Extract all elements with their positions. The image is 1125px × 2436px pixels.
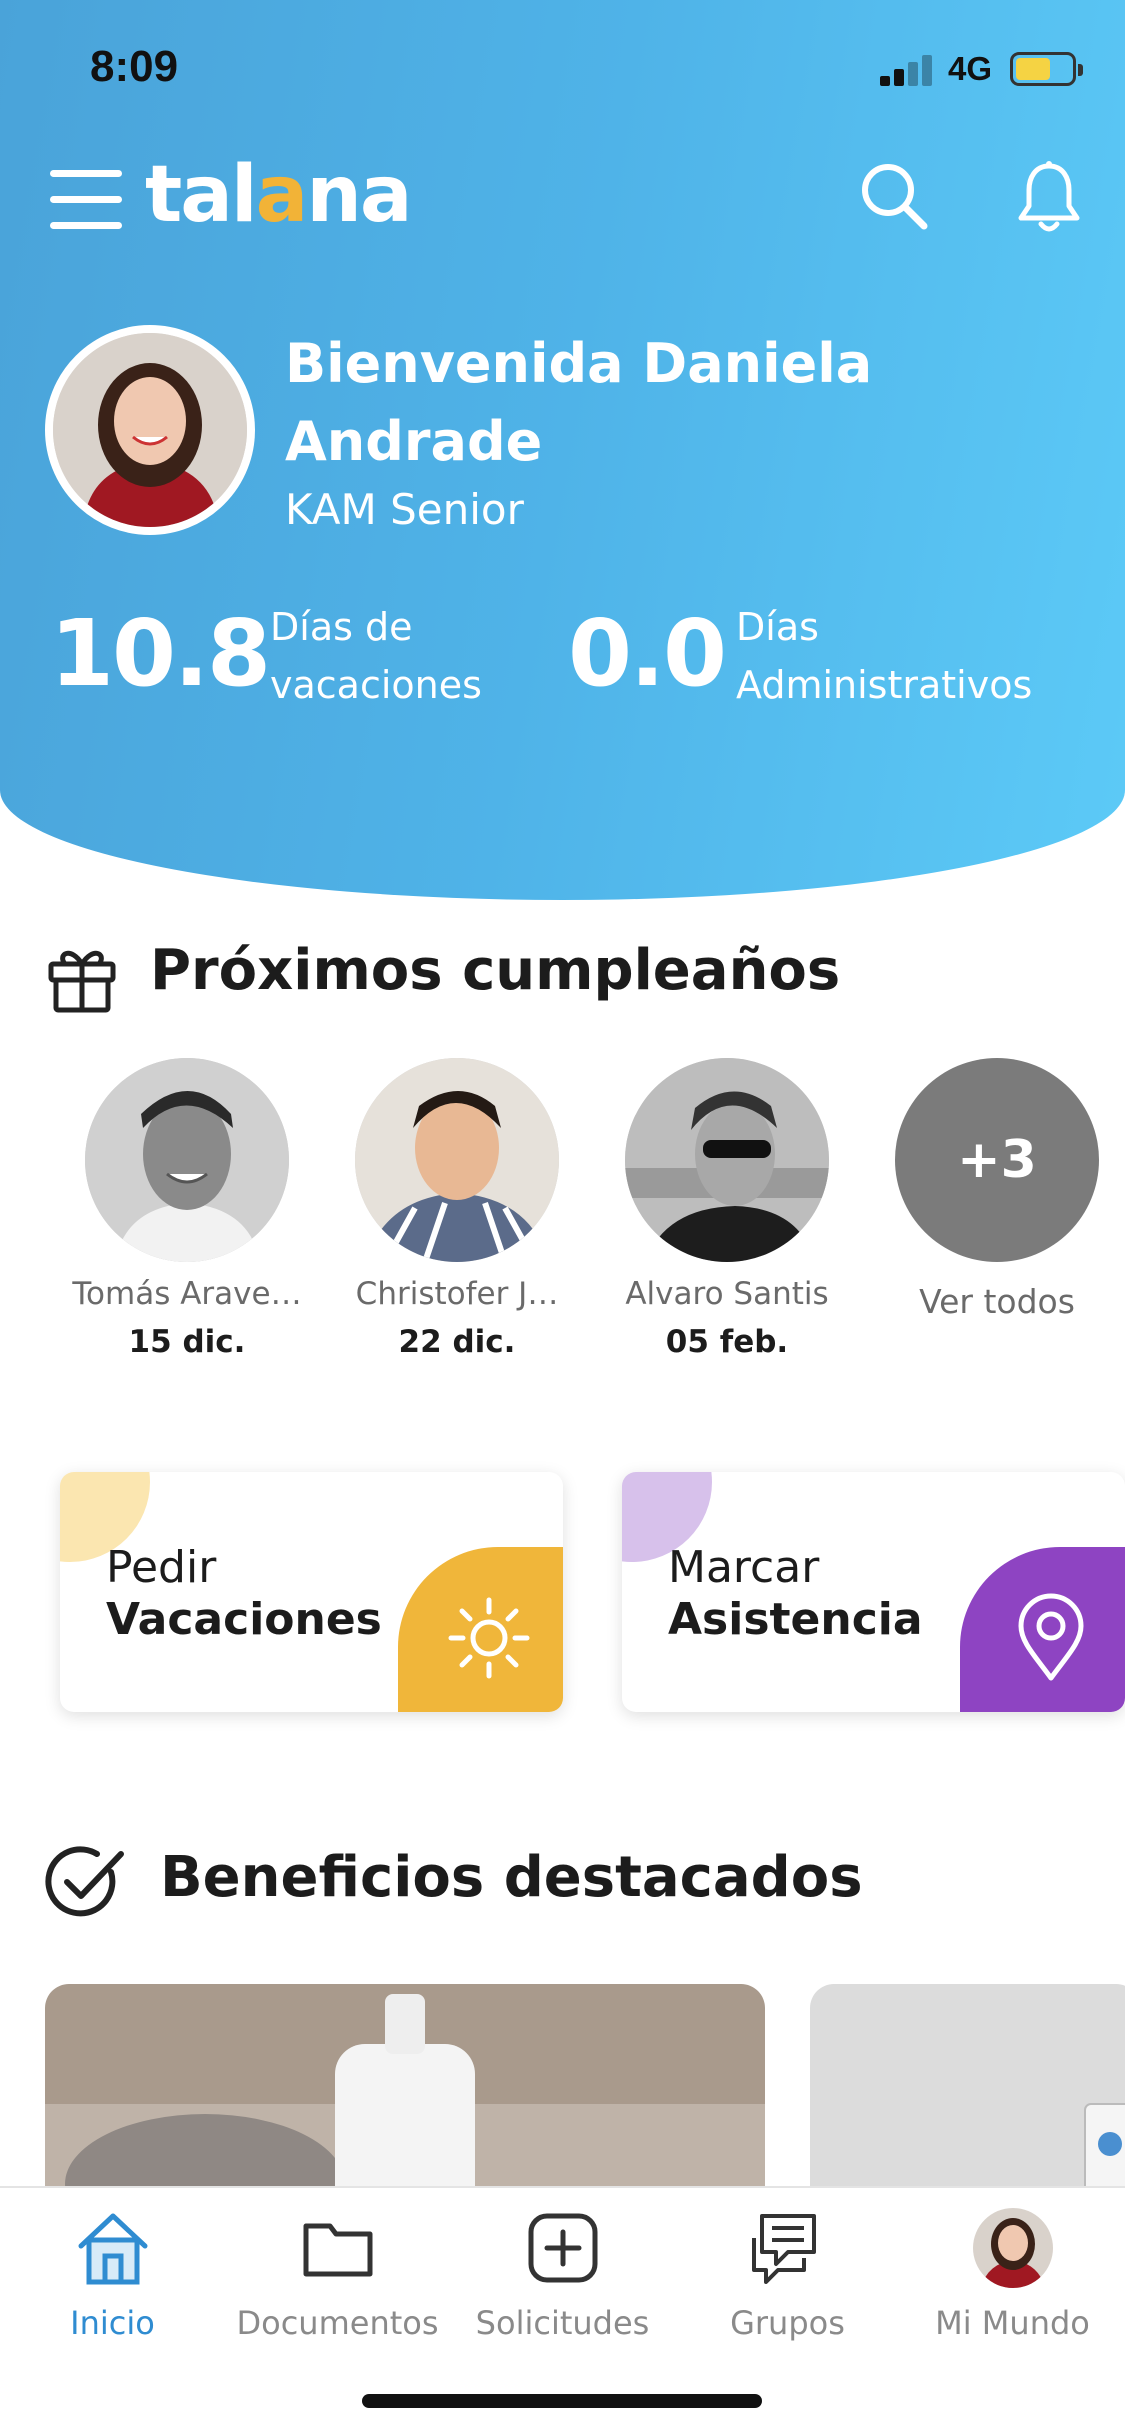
- tab-solicitudes[interactable]: Solicitudes: [450, 2208, 675, 2342]
- vacation-days-label: Días de vacaciones: [270, 605, 482, 707]
- birthday-name: Alvaro Santis: [625, 1276, 829, 1312]
- avatar[interactable]: [355, 1058, 559, 1262]
- birthday-name: Tomás Arave…: [72, 1276, 302, 1312]
- sun-icon: [448, 1597, 530, 1679]
- profile-avatar[interactable]: [45, 325, 255, 535]
- more-birthdays-count[interactable]: +3: [895, 1058, 1099, 1262]
- birthday-date: 22 dic.: [398, 1324, 516, 1360]
- folder-icon: [303, 2223, 372, 2277]
- welcome-message: Bienvenida Daniela Andrade: [285, 332, 873, 473]
- chat-icon: [751, 2214, 816, 2284]
- admin-days-value: 0.0: [568, 600, 727, 707]
- admin-days-label: Días Administrativos: [736, 605, 1033, 707]
- tab-grupos[interactable]: Grupos: [675, 2208, 900, 2342]
- tab-label: Grupos: [730, 2304, 845, 2342]
- menu-icon[interactable]: [50, 170, 122, 230]
- tab-label: Solicitudes: [475, 2304, 650, 2342]
- tab-label: Mi Mundo: [935, 2304, 1090, 2342]
- battery-icon: [1010, 52, 1083, 86]
- tab-mi-mundo[interactable]: Mi Mundo: [900, 2208, 1125, 2342]
- home-icon: [78, 2213, 147, 2285]
- status-time: 8:09: [90, 42, 179, 91]
- card-label-line1: Pedir: [106, 1542, 217, 1593]
- profile-avatar: [972, 2208, 1053, 2288]
- benefits-title: Beneficios destacados: [160, 1845, 863, 1910]
- card-label-line2: Asistencia: [668, 1594, 923, 1645]
- avatar[interactable]: [625, 1058, 829, 1262]
- location-pin-icon: [1018, 1593, 1084, 1681]
- view-all-label[interactable]: Ver todos: [872, 1282, 1122, 1321]
- status-bar: 8:09 4G: [0, 0, 1125, 130]
- card-label-line2: Vacaciones: [106, 1594, 382, 1645]
- mark-attendance-card[interactable]: Marcar Asistencia: [622, 1472, 1125, 1712]
- birthday-date: 15 dic.: [128, 1324, 246, 1360]
- view-all-birthdays[interactable]: +3 Ver todos: [872, 1058, 1122, 1321]
- network-type: 4G: [948, 50, 993, 87]
- birthday-item[interactable]: Tomás Arave… 15 dic.: [62, 1058, 312, 1360]
- tab-label: Documentos: [236, 2304, 439, 2342]
- search-icon[interactable]: [858, 160, 930, 232]
- tab-label: Inicio: [70, 2304, 155, 2342]
- birthday-date: 05 feb.: [665, 1324, 789, 1360]
- vacation-days-value: 10.8: [50, 600, 271, 707]
- app-logo: talana: [145, 150, 412, 240]
- tab-inicio[interactable]: Inicio: [0, 2208, 225, 2342]
- birthday-item[interactable]: Alvaro Santis 05 feb.: [602, 1058, 852, 1360]
- birthday-item[interactable]: Christofer J… 22 dic.: [332, 1058, 582, 1360]
- request-vacation-card[interactable]: Pedir Vacaciones: [60, 1472, 563, 1712]
- home-indicator: [362, 2394, 762, 2408]
- check-badge-icon: [45, 1846, 124, 1917]
- bell-icon[interactable]: [1015, 160, 1083, 236]
- avatar[interactable]: [85, 1058, 289, 1262]
- tab-documentos[interactable]: Documentos: [225, 2208, 450, 2342]
- card-label-line1: Marcar: [668, 1542, 820, 1593]
- gift-icon: [48, 950, 116, 1013]
- signal-icon: [880, 54, 936, 86]
- plus-square-icon: [528, 2213, 597, 2283]
- birthdays-title: Próximos cumpleaños: [150, 938, 841, 1003]
- user-role: KAM Senior: [285, 485, 524, 534]
- birthday-name: Christofer J…: [355, 1276, 559, 1312]
